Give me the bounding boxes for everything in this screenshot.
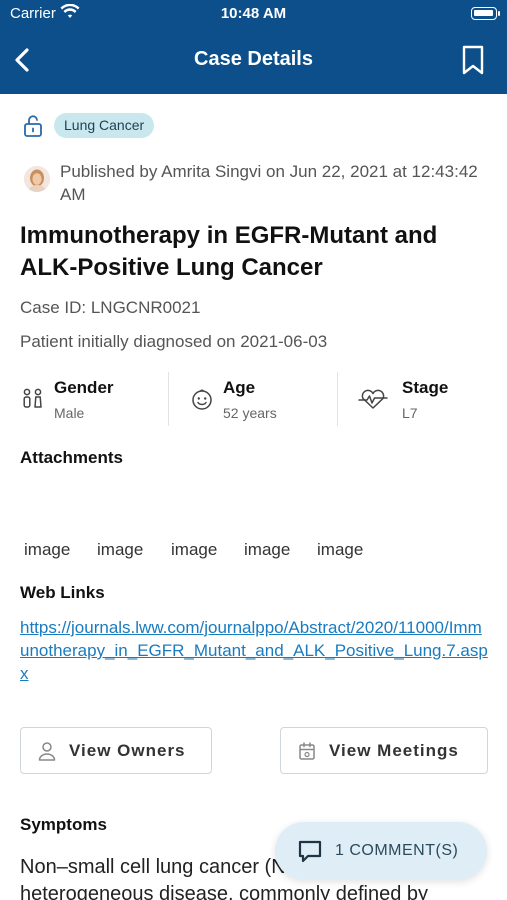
- stat-gender: Gender Male: [20, 372, 168, 426]
- attachment-item[interactable]: image: [97, 540, 143, 560]
- view-owners-button[interactable]: View Owners: [20, 727, 212, 774]
- age-face-icon: [192, 389, 212, 410]
- nav-bar: Case Details: [0, 38, 507, 82]
- battery-icon: [471, 7, 500, 20]
- attachments-list: image image image image image: [24, 540, 494, 564]
- stat-stage: Stage L7: [358, 372, 490, 426]
- author-avatar: [24, 166, 50, 192]
- stat-value: 52 years: [223, 405, 277, 421]
- stat-label: Stage: [402, 378, 449, 397]
- stat-value: L7: [402, 405, 418, 421]
- stat-label: Age: [223, 378, 256, 397]
- web-links-title: Web Links: [20, 583, 105, 602]
- comments-label: 1 COMMENT(S): [335, 842, 459, 859]
- attachment-item[interactable]: image: [244, 540, 290, 560]
- attachment-item[interactable]: image: [171, 540, 217, 560]
- stat-value: Male: [54, 405, 85, 421]
- view-meetings-label: View Meetings: [329, 741, 459, 760]
- divider: [168, 372, 169, 426]
- calendar-icon: [299, 742, 315, 760]
- published-by-text: Published by Amrita Singvi on Jun 22, 20…: [60, 162, 478, 204]
- clock: 10:48 AM: [220, 5, 287, 22]
- case-id: Case ID: LNGCNR0021: [20, 298, 201, 317]
- status-bar: Carrier 10:48 AM: [0, 0, 507, 30]
- avatar-photo-icon: [24, 166, 50, 192]
- category-tag[interactable]: Lung Cancer: [54, 113, 155, 138]
- diagnosis-date: Patient initially diagnosed on 2021-06-0…: [20, 332, 328, 351]
- attachments-title: Attachments: [20, 448, 123, 467]
- attachment-item[interactable]: image: [317, 540, 363, 560]
- stat-age: Age 52 years: [189, 372, 337, 426]
- stat-label: Gender: [54, 378, 114, 397]
- unlock-icon: [24, 115, 42, 137]
- divider: [337, 372, 338, 426]
- view-meetings-button[interactable]: View Meetings: [280, 727, 488, 774]
- view-owners-label: View Owners: [69, 741, 186, 760]
- attachment-item[interactable]: image: [24, 540, 70, 560]
- comments-button[interactable]: 1 COMMENT(S): [275, 822, 487, 880]
- heartbeat-icon: [358, 389, 388, 409]
- case-title: Immunotherapy in EGFR-Mutant and ALK-Pos…: [20, 222, 438, 281]
- symptoms-title: Symptoms: [20, 815, 107, 834]
- bookmark-icon[interactable]: [461, 44, 485, 76]
- page-title: Case Details: [194, 48, 313, 70]
- app-header: Carrier 10:48 AM Case Details: [0, 0, 507, 94]
- gender-icon: [23, 388, 42, 408]
- comment-icon: [298, 840, 322, 863]
- patient-stats: Gender Male Age 52 years Stage L7: [20, 372, 490, 426]
- person-icon: [38, 742, 56, 761]
- web-link[interactable]: https://journals.lww.com/journalppo/Abst…: [20, 616, 490, 685]
